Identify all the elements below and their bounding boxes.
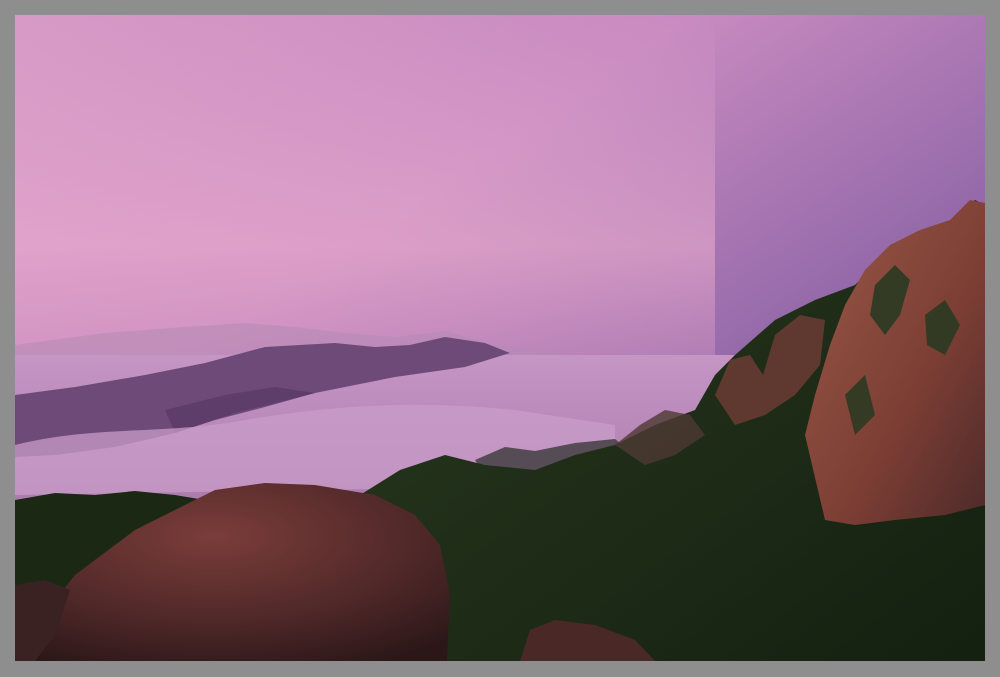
- landscape-illustration: [15, 15, 985, 661]
- photo-frame: [0, 0, 1000, 677]
- landscape-photo: [15, 15, 985, 661]
